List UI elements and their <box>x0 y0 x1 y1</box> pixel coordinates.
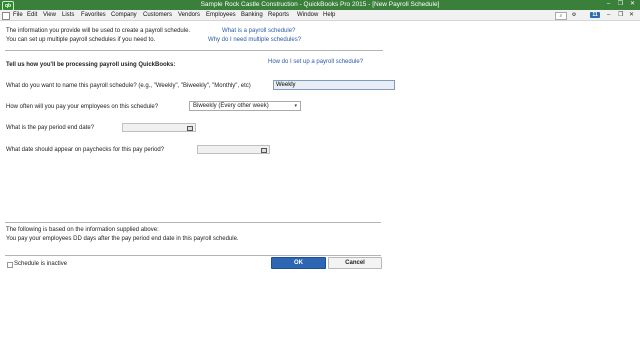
title-bar: qb Sample Rock Castle Construction - Qui… <box>0 0 640 11</box>
window-title: Sample Rock Castle Construction - QuickB… <box>200 1 440 8</box>
intro-text-1: The information you provide will be used… <box>6 28 191 34</box>
pay-frequency-label: How often will you pay your employees on… <box>6 104 159 110</box>
chevron-down-icon: ▾ <box>294 103 297 109</box>
menu-vendors[interactable]: Vendors <box>178 11 200 19</box>
divider-summary <box>5 222 381 223</box>
menu-reports[interactable]: Reports <box>268 11 289 19</box>
menu-lists[interactable]: Lists <box>62 11 74 19</box>
document-icon[interactable] <box>2 12 10 20</box>
doc-close-icon[interactable]: ✕ <box>629 11 634 19</box>
period-end-date-label: What is the pay period end date? <box>6 125 95 131</box>
period-end-date-input[interactable] <box>122 123 196 132</box>
pay-frequency-select[interactable]: Biweekly (Every other week) ▾ <box>189 101 301 111</box>
doc-minimize-icon[interactable]: – <box>607 11 610 19</box>
summary-text-2: You pay your employees DD days after the… <box>6 236 239 242</box>
close-icon[interactable]: ✕ <box>627 1 638 8</box>
divider-top <box>5 50 383 51</box>
menu-view[interactable]: View <box>43 11 56 19</box>
alerts-badge[interactable]: 11 <box>590 12 600 18</box>
how-to-setup-link[interactable]: How do I set up a payroll schedule? <box>268 59 363 66</box>
calendar-icon[interactable] <box>187 126 193 131</box>
paycheck-date-label: What date should appear on paychecks for… <box>6 147 165 153</box>
paycheck-date-input[interactable] <box>197 145 270 154</box>
schedule-inactive-checkbox[interactable] <box>7 262 13 268</box>
summary-text-1: The following is based on the informatio… <box>6 227 159 233</box>
menu-file[interactable]: File <box>13 11 23 19</box>
calendar-icon[interactable] <box>261 148 267 153</box>
ok-button[interactable]: OK <box>271 257 326 269</box>
menu-banking[interactable]: Banking <box>241 11 263 19</box>
cancel-button[interactable]: Cancel <box>328 257 382 269</box>
schedule-name-value: Weekly <box>276 82 296 88</box>
restore-icon[interactable]: ❐ <box>615 1 626 8</box>
menu-customers[interactable]: Customers <box>143 11 172 19</box>
search-icon[interactable]: ⌕ <box>555 12 567 20</box>
pay-frequency-value: Biweekly (Every other week) <box>193 103 269 109</box>
minimize-icon[interactable]: – <box>603 1 614 8</box>
doc-restore-icon[interactable]: ❐ <box>618 11 623 19</box>
menu-favorites[interactable]: Favorites <box>81 11 106 19</box>
section-heading: Tell us how you'll be processing payroll… <box>6 62 176 68</box>
intro-text-2: You can set up multiple payroll schedule… <box>6 37 156 43</box>
what-is-payroll-schedule-link[interactable]: What is a payroll schedule? <box>222 28 295 35</box>
menu-company[interactable]: Company <box>111 11 137 19</box>
divider-footer <box>5 255 381 256</box>
menu-employees[interactable]: Employees <box>206 11 236 19</box>
gear-icon[interactable]: ⚙ <box>570 12 578 18</box>
why-multiple-schedules-link[interactable]: Why do I need multiple schedules? <box>208 37 301 44</box>
menu-edit[interactable]: Edit <box>27 11 37 19</box>
menu-help[interactable]: Help <box>323 11 335 19</box>
schedule-name-input[interactable]: Weekly <box>273 80 395 90</box>
schedule-name-label: What do you want to name this payroll sc… <box>6 83 251 89</box>
menu-bar: File Edit View Lists Favorites Company C… <box>0 10 640 21</box>
menu-window[interactable]: Window <box>297 11 318 19</box>
schedule-inactive-label: Schedule is inactive <box>14 261 68 267</box>
